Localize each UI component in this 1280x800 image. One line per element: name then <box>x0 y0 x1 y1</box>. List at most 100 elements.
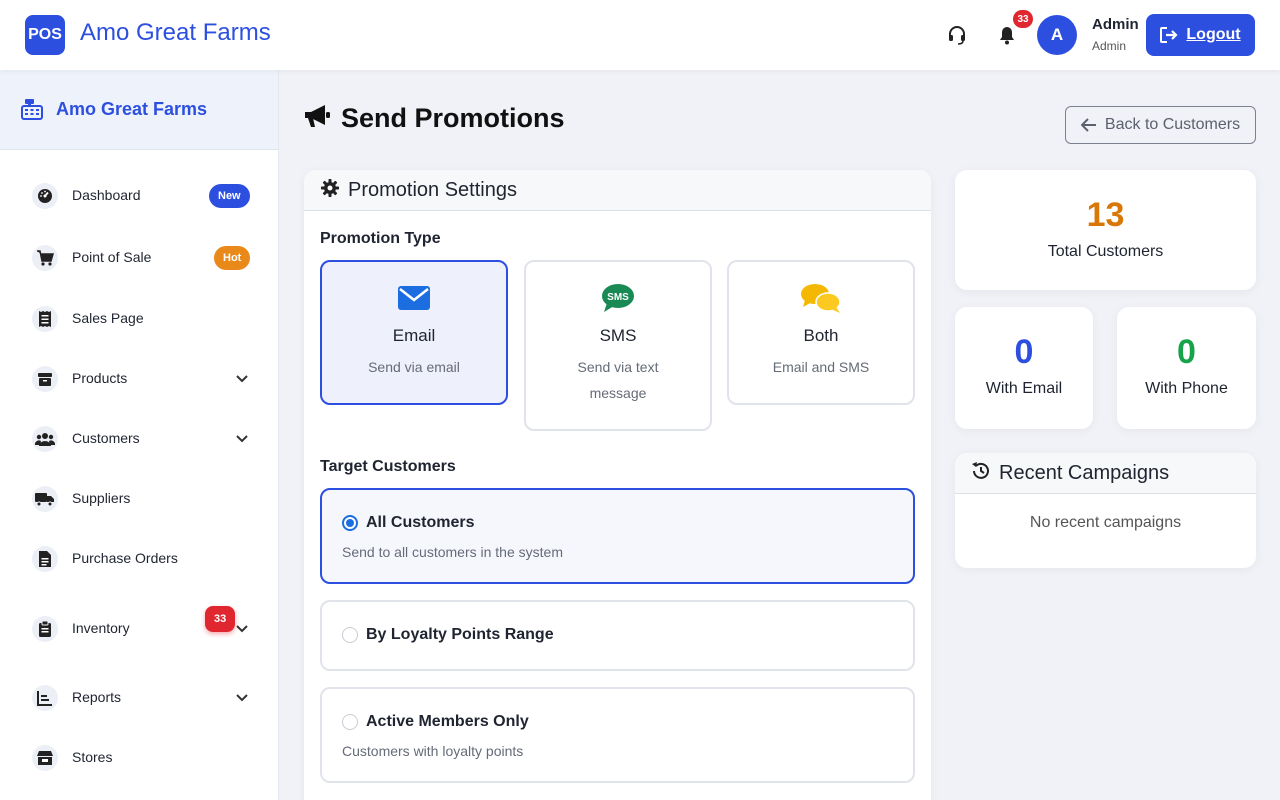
sidebar-item-products[interactable]: Products <box>0 356 279 400</box>
sidebar-item-purchase-orders[interactable]: Purchase Orders <box>0 536 279 580</box>
promotion-type-label: Promotion Type <box>320 230 441 247</box>
total-customers-label: Total Customers <box>1047 243 1164 260</box>
receipt-icon <box>32 306 58 332</box>
top-header: POS Amo Great Farms 33 A Admin Admin Log… <box>0 0 1280 70</box>
radio-button[interactable] <box>342 714 358 730</box>
sidebar-item-label: Sales Page <box>72 310 144 326</box>
sidebar-item-reports[interactable]: Reports <box>0 675 279 719</box>
history-icon <box>971 461 991 486</box>
clipboard-icon <box>32 616 58 642</box>
with-email-label: With Email <box>985 380 1063 397</box>
target-active-members[interactable]: Active Members Only Customers with loyal… <box>320 687 915 783</box>
page-title-row: Send Promotions <box>303 103 565 134</box>
chevron-down-icon[interactable] <box>235 431 249 450</box>
target-customers-label: Target Customers <box>320 458 456 475</box>
promotion-settings-card: Promotion Settings Promotion Type Email … <box>304 170 931 800</box>
sidebar-item-label: Suppliers <box>72 490 131 506</box>
inventory-alert-badge: 33 <box>205 606 236 632</box>
sidebar-item-label: Stores <box>72 749 113 765</box>
brand-name[interactable]: Amo Great Farms <box>80 19 271 47</box>
notification-badge: 33 <box>1013 10 1033 28</box>
promotion-type-desc: Send via text message <box>577 359 659 401</box>
page-title: Send Promotions <box>341 103 565 133</box>
app-logo[interactable]: POS <box>25 15 65 55</box>
sidebar-item-sales-page[interactable]: Sales Page <box>0 296 279 340</box>
promotion-type-title: Both <box>803 326 839 345</box>
promotion-type-email[interactable]: Email Send via email <box>320 260 508 405</box>
chevron-down-icon[interactable] <box>235 690 249 709</box>
chevron-down-icon[interactable] <box>235 621 249 640</box>
target-desc: Send to all customers in the system <box>342 544 563 560</box>
sidebar-brand[interactable]: Amo Great Farms <box>56 99 207 120</box>
box-icon <box>32 366 58 392</box>
sidebar-item-label: Products <box>72 370 128 386</box>
promotion-settings-header: Promotion Settings <box>304 170 931 211</box>
with-phone-card: 0 With Phone <box>1117 307 1256 429</box>
target-all-customers[interactable]: All Customers Send to all customers in t… <box>320 488 915 584</box>
logout-icon <box>1160 27 1178 43</box>
radio-button[interactable] <box>342 627 358 643</box>
sidebar-item-stores[interactable]: Stores <box>0 735 279 779</box>
cash-register-icon <box>20 97 44 126</box>
store-icon <box>32 745 58 771</box>
target-title: Active Members Only <box>366 713 529 730</box>
recent-campaigns-header: Recent Campaigns <box>955 453 1256 494</box>
sms-bubble-icon: SMS <box>526 282 710 314</box>
sidebar-item-label: Purchase Orders <box>72 550 178 566</box>
promotion-type-both[interactable]: Both Email and SMS <box>727 260 915 405</box>
envelope-icon <box>322 282 506 314</box>
gear-icon <box>320 178 340 203</box>
target-title: By Loyalty Points Range <box>366 626 554 643</box>
sidebar-item-dashboard[interactable]: Dashboard New <box>0 173 279 217</box>
sidebar-item-point-of-sale[interactable]: Point of Sale Hot <box>0 235 279 279</box>
with-phone-value: 0 <box>1177 333 1196 371</box>
total-customers-card: 13 Total Customers <box>955 170 1256 290</box>
arrow-left-icon <box>1080 118 1096 132</box>
promotion-type-sms[interactable]: SMS SMS Send via text message <box>524 260 712 431</box>
headset-icon[interactable] <box>945 23 969 47</box>
bell-icon[interactable] <box>995 23 1019 47</box>
target-title: All Customers <box>366 514 475 531</box>
user-role: Admin <box>1092 39 1127 53</box>
back-to-customers-button[interactable]: Back to Customers <box>1065 106 1256 144</box>
promotion-type-title: SMS <box>599 326 637 345</box>
promotion-type-desc: Email and SMS <box>772 359 870 375</box>
hot-badge: Hot <box>214 246 251 270</box>
megaphone-icon <box>303 103 331 134</box>
sidebar: Amo Great Farms Dashboard New Point of S… <box>0 70 279 800</box>
chevron-down-icon[interactable] <box>235 371 249 390</box>
radio-button[interactable] <box>342 515 358 531</box>
total-customers-value: 13 <box>1086 196 1125 234</box>
with-email-card: 0 With Email <box>955 307 1093 429</box>
sidebar-item-label: Customers <box>72 430 140 446</box>
target-loyalty-points-range[interactable]: By Loyalty Points Range <box>320 600 915 671</box>
logout-label: Logout <box>1186 26 1241 43</box>
sidebar-item-customers[interactable]: Customers <box>0 416 279 460</box>
back-label: Back to Customers <box>1104 116 1241 133</box>
recent-campaigns-card: Recent Campaigns No recent campaigns <box>955 453 1256 568</box>
empty-state-text: No recent campaigns <box>1029 514 1182 531</box>
speedometer-icon <box>32 183 58 209</box>
sidebar-header: Amo Great Farms <box>0 70 278 150</box>
sidebar-item-label: Dashboard <box>72 187 141 203</box>
document-icon <box>32 546 58 572</box>
sidebar-item-suppliers[interactable]: Suppliers <box>0 476 279 520</box>
user-name: Admin <box>1092 16 1139 33</box>
sidebar-item-label: Inventory <box>72 620 130 636</box>
target-desc: Customers with loyalty points <box>342 743 524 759</box>
users-icon <box>32 426 58 452</box>
sidebar-item-inventory[interactable]: Inventory 33 <box>0 606 279 650</box>
logout-button[interactable]: Logout <box>1146 14 1255 56</box>
with-email-value: 0 <box>1014 333 1034 371</box>
promotion-settings-title: Promotion Settings <box>348 178 517 201</box>
avatar[interactable]: A <box>1037 15 1077 55</box>
chat-bubbles-icon <box>729 282 913 314</box>
sidebar-item-label: Reports <box>72 689 122 705</box>
new-badge: New <box>209 184 250 208</box>
svg-text:SMS: SMS <box>607 292 629 303</box>
truck-icon <box>32 486 58 512</box>
with-phone-label: With Phone <box>1145 380 1228 397</box>
sidebar-item-label: Point of Sale <box>72 249 152 265</box>
promotion-type-title: Email <box>392 326 436 345</box>
recent-campaigns-title: Recent Campaigns <box>999 461 1170 484</box>
